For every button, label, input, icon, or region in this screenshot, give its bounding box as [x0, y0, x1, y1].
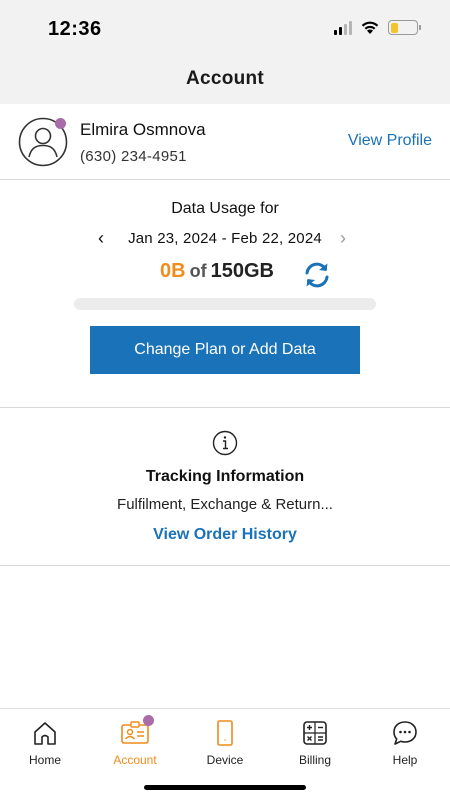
tab-label: Account	[113, 753, 157, 767]
usage-amount: 0B of 150GB	[160, 260, 274, 283]
notification-dot	[55, 118, 66, 129]
top-bar: 12:36 Account	[0, 0, 450, 104]
tab-label: Billing	[298, 753, 331, 767]
wifi-icon	[361, 21, 379, 34]
usage-progress-bar	[74, 298, 376, 310]
refresh-icon[interactable]	[302, 260, 332, 290]
data-usage-section: Data Usage for ‹ Jan 23, 2024 - Feb 22, …	[0, 180, 450, 408]
tab-label: Device	[206, 753, 244, 767]
home-icon	[34, 722, 56, 745]
chat-bubble-icon	[393, 721, 417, 745]
user-name: Elmira Osmnova	[80, 120, 206, 139]
chevron-right-icon[interactable]: ›	[340, 228, 346, 249]
avatar[interactable]	[18, 117, 68, 167]
tracking-title: Tracking Information	[145, 468, 305, 485]
tracking-section: Tracking Information Fulfilment, Exchang…	[0, 408, 450, 566]
cellular-signal-icon	[334, 20, 352, 35]
usage-period: Jan 23, 2024 - Feb 22, 2024	[128, 230, 322, 247]
used-data: 0B	[160, 260, 186, 282]
status-icons	[334, 20, 421, 35]
tab-help[interactable]: Help	[360, 709, 450, 800]
battery-icon	[388, 20, 421, 35]
tracking-subtitle: Fulfilment, Exchange & Return...	[117, 496, 333, 513]
change-plan-button[interactable]: Change Plan or Add Data	[90, 326, 360, 374]
page-title: Account	[185, 68, 265, 89]
usage-title: Data Usage for	[171, 200, 279, 217]
of-label: of	[189, 261, 207, 281]
home-indicator[interactable]	[144, 785, 306, 790]
info-icon	[212, 430, 238, 456]
total-data: 150GB	[210, 260, 274, 282]
view-profile-link[interactable]: View Profile	[348, 132, 432, 150]
tab-label: Help	[392, 753, 418, 767]
notification-dot	[142, 715, 154, 726]
status-time: 12:36	[48, 18, 102, 40]
tab-label: Home	[28, 753, 61, 767]
calculator-icon	[303, 721, 327, 745]
profile-section: Elmira Osmnova (630) 234-4951 View Profi…	[0, 104, 450, 180]
status-bar: 12:36	[0, 0, 450, 60]
view-order-history-link[interactable]: View Order History	[0, 526, 450, 544]
tab-home[interactable]: Home	[0, 709, 90, 800]
user-phone: (630) 234-4951	[80, 148, 187, 165]
device-icon	[217, 720, 233, 746]
